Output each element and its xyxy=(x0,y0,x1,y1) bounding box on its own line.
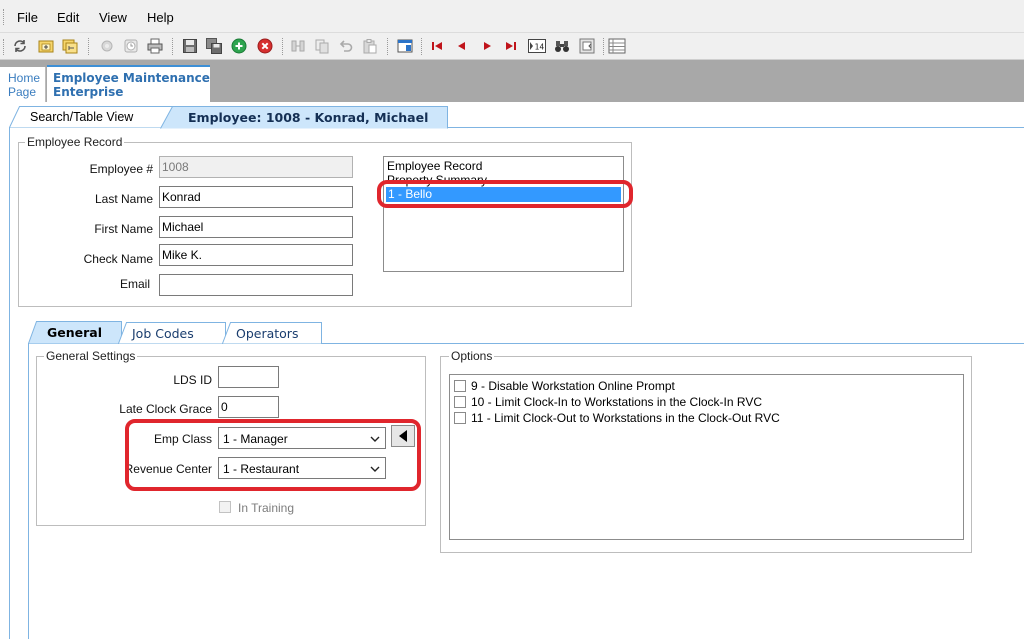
emp-class-select[interactable]: 1 - Manager xyxy=(218,427,386,449)
lds-id-field[interactable] xyxy=(218,366,279,388)
revenue-center-label: Revenue Center xyxy=(124,462,212,476)
option-label: 9 - Disable Workstation Online Prompt xyxy=(471,379,675,393)
chevron-down-icon xyxy=(370,433,380,447)
in-training-checkbox[interactable] xyxy=(219,501,231,513)
check-name-field[interactable] xyxy=(159,244,353,266)
undo-icon xyxy=(337,37,355,55)
tab-general-label: General xyxy=(47,325,102,340)
home-tab-label-line2: Page xyxy=(8,85,37,99)
tab-general[interactable]: General xyxy=(28,321,122,344)
add-record-icon[interactable] xyxy=(230,37,248,55)
first-name-field[interactable] xyxy=(159,216,353,238)
employee-number-label: Employee # xyxy=(89,162,153,176)
employee-maintenance-tab[interactable]: Employee Maintenance Enterprise xyxy=(47,65,210,102)
menu-bar: File Edit View Help xyxy=(0,0,1024,33)
property-list-subheader: Property Summary xyxy=(387,173,488,187)
email-field[interactable] xyxy=(159,274,353,296)
tab-job-codes-label: Job Codes xyxy=(132,326,194,341)
option-checkbox[interactable] xyxy=(454,396,466,408)
tab-search-table-view[interactable]: Search/Table View xyxy=(9,106,177,128)
check-name-label: Check Name xyxy=(83,252,153,266)
general-settings-legend: General Settings xyxy=(44,349,138,363)
binoculars-icon[interactable] xyxy=(553,37,571,55)
tab-employee-record[interactable]: Employee: 1008 - Konrad, Michael xyxy=(160,106,448,129)
option-checkbox[interactable] xyxy=(454,380,466,392)
property-list-item-selected[interactable]: 1 - Bello xyxy=(386,187,621,202)
emp-class-value: 1 - Manager xyxy=(223,432,288,446)
tab-job-codes[interactable]: Job Codes xyxy=(118,322,226,344)
option-label: 11 - Limit Clock-Out to Workstations in … xyxy=(471,411,780,425)
menu-edit[interactable]: Edit xyxy=(57,10,79,25)
late-clock-grace-field[interactable] xyxy=(218,396,279,418)
table-view-icon[interactable] xyxy=(608,37,626,55)
menu-file[interactable]: File xyxy=(17,10,38,25)
home-page-tab[interactable]: Home Page xyxy=(0,67,46,102)
circle-disabled-icon xyxy=(98,37,116,55)
goto-record-icon[interactable]: 14 xyxy=(528,37,546,55)
first-record-icon[interactable] xyxy=(428,37,446,55)
chevron-down-icon xyxy=(370,463,380,477)
refresh-icon[interactable] xyxy=(11,37,29,55)
arrow-left-icon xyxy=(398,430,408,445)
window-icon[interactable] xyxy=(396,37,414,55)
menu-grip xyxy=(3,9,6,25)
late-clock-grace-label: Late Clock Grace xyxy=(119,402,212,416)
copy-icon xyxy=(313,37,331,55)
column-icon xyxy=(289,37,307,55)
last-name-label: Last Name xyxy=(94,192,153,206)
property-list[interactable]: Employee Record Property Summary 1 - Bel… xyxy=(383,156,624,272)
clock-icon xyxy=(122,37,140,55)
employee-record-legend: Employee Record xyxy=(25,135,125,149)
paste-icon xyxy=(361,37,379,55)
save-all-icon[interactable] xyxy=(205,37,223,55)
tab-employee-record-label: Employee: 1008 - Konrad, Michael xyxy=(188,110,429,125)
option-label: 10 - Limit Clock-In to Workstations in t… xyxy=(471,395,762,409)
home-tab-label-line1: Home xyxy=(8,71,41,85)
svg-text:14: 14 xyxy=(535,43,545,52)
options-legend: Options xyxy=(449,349,495,363)
tab-operators-label: Operators xyxy=(236,326,299,341)
revenue-center-select[interactable]: 1 - Restaurant xyxy=(218,457,386,479)
folder-tree-icon[interactable] xyxy=(61,37,79,55)
sub-tab-panel-border xyxy=(28,343,29,639)
employee-tab-label-line2: Enterprise xyxy=(53,85,124,99)
previous-record-icon[interactable] xyxy=(453,37,471,55)
toolbar: 14 xyxy=(0,33,1024,60)
menu-help[interactable]: Help xyxy=(147,10,174,25)
options-list: 9 - Disable Workstation Online Prompt 10… xyxy=(449,374,964,540)
form-view-icon[interactable] xyxy=(578,37,596,55)
option-checkbox[interactable] xyxy=(454,412,466,424)
email-label: Email xyxy=(119,277,150,291)
in-training-label: In Training xyxy=(238,501,295,515)
tab-operators[interactable]: Operators xyxy=(222,322,322,344)
employee-tab-label-line1: Employee Maintenance xyxy=(53,71,210,85)
emp-class-nav-button[interactable] xyxy=(391,425,415,447)
last-name-field[interactable] xyxy=(159,186,353,208)
last-record-icon[interactable] xyxy=(502,37,520,55)
save-icon[interactable] xyxy=(181,37,199,55)
first-name-label: First Name xyxy=(94,222,153,236)
open-folder-icon[interactable] xyxy=(37,37,55,55)
revenue-center-value: 1 - Restaurant xyxy=(223,462,300,476)
print-icon[interactable] xyxy=(146,37,164,55)
property-list-header: Employee Record xyxy=(387,159,483,173)
delete-record-icon[interactable] xyxy=(256,37,274,55)
employee-number-field xyxy=(159,156,353,178)
toolbar-grip xyxy=(3,39,6,55)
lds-id-label: LDS ID xyxy=(173,373,212,387)
emp-class-label: Emp Class xyxy=(153,432,212,446)
menu-view[interactable]: View xyxy=(99,10,127,25)
tab-search-table-view-label: Search/Table View xyxy=(30,110,134,124)
next-record-icon[interactable] xyxy=(478,37,496,55)
